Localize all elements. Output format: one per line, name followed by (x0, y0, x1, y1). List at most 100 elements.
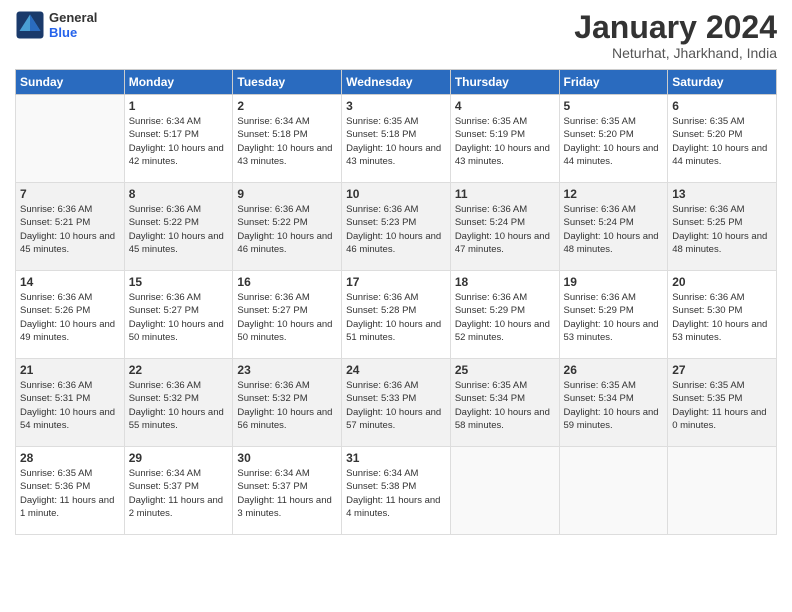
calendar-cell: 12 Sunrise: 6:36 AM Sunset: 5:24 PM Dayli… (559, 183, 668, 271)
calendar-week-4: 21 Sunrise: 6:36 AM Sunset: 5:31 PM Dayli… (16, 359, 777, 447)
header-thursday: Thursday (450, 70, 559, 95)
calendar-week-1: 1 Sunrise: 6:34 AM Sunset: 5:17 PM Daylig… (16, 95, 777, 183)
day-number: 4 (455, 99, 555, 113)
calendar-cell: 22 Sunrise: 6:36 AM Sunset: 5:32 PM Dayli… (124, 359, 233, 447)
calendar-cell (450, 447, 559, 535)
logo-general: General (49, 10, 97, 25)
calendar-cell: 28 Sunrise: 6:35 AM Sunset: 5:36 PM Dayli… (16, 447, 125, 535)
day-info: Sunrise: 6:34 AM Sunset: 5:37 PM Dayligh… (237, 467, 337, 520)
calendar-cell: 24 Sunrise: 6:36 AM Sunset: 5:33 PM Dayli… (342, 359, 451, 447)
day-number: 1 (129, 99, 229, 113)
calendar-cell: 10 Sunrise: 6:36 AM Sunset: 5:23 PM Dayli… (342, 183, 451, 271)
calendar-cell: 4 Sunrise: 6:35 AM Sunset: 5:19 PM Daylig… (450, 95, 559, 183)
day-info: Sunrise: 6:35 AM Sunset: 5:34 PM Dayligh… (455, 379, 555, 432)
day-number: 14 (20, 275, 120, 289)
logo-text: General Blue (49, 10, 97, 40)
day-info: Sunrise: 6:35 AM Sunset: 5:20 PM Dayligh… (672, 115, 772, 168)
day-number: 18 (455, 275, 555, 289)
calendar-cell: 13 Sunrise: 6:36 AM Sunset: 5:25 PM Dayli… (668, 183, 777, 271)
calendar-cell: 1 Sunrise: 6:34 AM Sunset: 5:17 PM Daylig… (124, 95, 233, 183)
day-number: 26 (564, 363, 664, 377)
logo-icon (15, 10, 45, 40)
day-number: 21 (20, 363, 120, 377)
calendar-cell: 14Sunrise: 6:36 AM Sunset: 5:26 PM Dayli… (16, 271, 125, 359)
calendar-cell: 15Sunrise: 6:36 AM Sunset: 5:27 PM Dayli… (124, 271, 233, 359)
calendar-cell: 3Sunrise: 6:35 AM Sunset: 5:18 PM Daylig… (342, 95, 451, 183)
day-info: Sunrise: 6:36 AM Sunset: 5:25 PM Dayligh… (672, 203, 772, 256)
day-info: Sunrise: 6:36 AM Sunset: 5:33 PM Dayligh… (346, 379, 446, 432)
day-info: Sunrise: 6:36 AM Sunset: 5:32 PM Dayligh… (129, 379, 229, 432)
day-info: Sunrise: 6:36 AM Sunset: 5:24 PM Dayligh… (564, 203, 664, 256)
day-info: Sunrise: 6:35 AM Sunset: 5:19 PM Dayligh… (455, 115, 555, 168)
calendar-cell: 19Sunrise: 6:36 AM Sunset: 5:29 PM Dayli… (559, 271, 668, 359)
header-saturday: Saturday (668, 70, 777, 95)
calendar-cell (668, 447, 777, 535)
calendar-cell: 17 Sunrise: 6:36 AM Sunset: 5:28 PM Dayli… (342, 271, 451, 359)
calendar-cell: 5Sunrise: 6:35 AM Sunset: 5:20 PM Daylig… (559, 95, 668, 183)
header-sunday: Sunday (16, 70, 125, 95)
day-info: Sunrise: 6:36 AM Sunset: 5:27 PM Dayligh… (129, 291, 229, 344)
day-info: Sunrise: 6:36 AM Sunset: 5:23 PM Dayligh… (346, 203, 446, 256)
calendar-cell: 21 Sunrise: 6:36 AM Sunset: 5:31 PM Dayli… (16, 359, 125, 447)
logo: General Blue (15, 10, 97, 40)
day-number: 22 (129, 363, 229, 377)
day-info: Sunrise: 6:36 AM Sunset: 5:24 PM Dayligh… (455, 203, 555, 256)
day-info: Sunrise: 6:36 AM Sunset: 5:22 PM Dayligh… (129, 203, 229, 256)
title-section: January 2024 Neturhat, Jharkhand, India (574, 10, 777, 61)
location: Neturhat, Jharkhand, India (574, 45, 777, 61)
day-number: 16 (237, 275, 337, 289)
day-number: 30 (237, 451, 337, 465)
day-number: 13 (672, 187, 772, 201)
day-number: 10 (346, 187, 446, 201)
calendar-cell: 27 Sunrise: 6:35 AM Sunset: 5:35 PM Dayli… (668, 359, 777, 447)
day-info: Sunrise: 6:35 AM Sunset: 5:35 PM Dayligh… (672, 379, 772, 432)
day-info: Sunrise: 6:35 AM Sunset: 5:20 PM Dayligh… (564, 115, 664, 168)
day-number: 2 (237, 99, 337, 113)
calendar-cell: 29 Sunrise: 6:34 AM Sunset: 5:37 PM Dayli… (124, 447, 233, 535)
day-number: 9 (237, 187, 337, 201)
day-number: 11 (455, 187, 555, 201)
day-number: 29 (129, 451, 229, 465)
day-info: Sunrise: 6:36 AM Sunset: 5:31 PM Dayligh… (20, 379, 120, 432)
calendar-cell: 8 Sunrise: 6:36 AM Sunset: 5:22 PM Daylig… (124, 183, 233, 271)
day-number: 3 (346, 99, 446, 113)
day-number: 19 (564, 275, 664, 289)
day-number: 12 (564, 187, 664, 201)
day-info: Sunrise: 6:34 AM Sunset: 5:37 PM Dayligh… (129, 467, 229, 520)
calendar-cell (559, 447, 668, 535)
day-info: Sunrise: 6:34 AM Sunset: 5:38 PM Dayligh… (346, 467, 446, 520)
day-number: 6 (672, 99, 772, 113)
calendar-table: Sunday Monday Tuesday Wednesday Thursday… (15, 69, 777, 535)
calendar-week-5: 28 Sunrise: 6:35 AM Sunset: 5:36 PM Dayli… (16, 447, 777, 535)
month-title: January 2024 (574, 10, 777, 45)
day-info: Sunrise: 6:36 AM Sunset: 5:22 PM Dayligh… (237, 203, 337, 256)
day-number: 7 (20, 187, 120, 201)
day-number: 31 (346, 451, 446, 465)
day-number: 23 (237, 363, 337, 377)
calendar-cell: 6 Sunrise: 6:35 AM Sunset: 5:20 PM Daylig… (668, 95, 777, 183)
day-info: Sunrise: 6:34 AM Sunset: 5:17 PM Dayligh… (129, 115, 229, 168)
calendar-cell: 26 Sunrise: 6:35 AM Sunset: 5:34 PM Dayli… (559, 359, 668, 447)
calendar-cell (16, 95, 125, 183)
day-info: Sunrise: 6:36 AM Sunset: 5:28 PM Dayligh… (346, 291, 446, 344)
calendar-cell: 31 Sunrise: 6:34 AM Sunset: 5:38 PM Dayli… (342, 447, 451, 535)
calendar-cell: 16Sunrise: 6:36 AM Sunset: 5:27 PM Dayli… (233, 271, 342, 359)
day-number: 27 (672, 363, 772, 377)
day-info: Sunrise: 6:35 AM Sunset: 5:36 PM Dayligh… (20, 467, 120, 520)
day-info: Sunrise: 6:34 AM Sunset: 5:18 PM Dayligh… (237, 115, 337, 168)
day-number: 25 (455, 363, 555, 377)
calendar-week-3: 14Sunrise: 6:36 AM Sunset: 5:26 PM Dayli… (16, 271, 777, 359)
calendar-cell: 25 Sunrise: 6:35 AM Sunset: 5:34 PM Dayli… (450, 359, 559, 447)
calendar-cell: 2 Sunrise: 6:34 AM Sunset: 5:18 PM Daylig… (233, 95, 342, 183)
calendar-cell: 18 Sunrise: 6:36 AM Sunset: 5:29 PM Dayli… (450, 271, 559, 359)
header-tuesday: Tuesday (233, 70, 342, 95)
day-number: 28 (20, 451, 120, 465)
day-number: 24 (346, 363, 446, 377)
day-number: 17 (346, 275, 446, 289)
header-friday: Friday (559, 70, 668, 95)
day-info: Sunrise: 6:35 AM Sunset: 5:34 PM Dayligh… (564, 379, 664, 432)
header-wednesday: Wednesday (342, 70, 451, 95)
day-number: 8 (129, 187, 229, 201)
day-info: Sunrise: 6:36 AM Sunset: 5:29 PM Dayligh… (455, 291, 555, 344)
calendar-cell: 9 Sunrise: 6:36 AM Sunset: 5:22 PM Daylig… (233, 183, 342, 271)
